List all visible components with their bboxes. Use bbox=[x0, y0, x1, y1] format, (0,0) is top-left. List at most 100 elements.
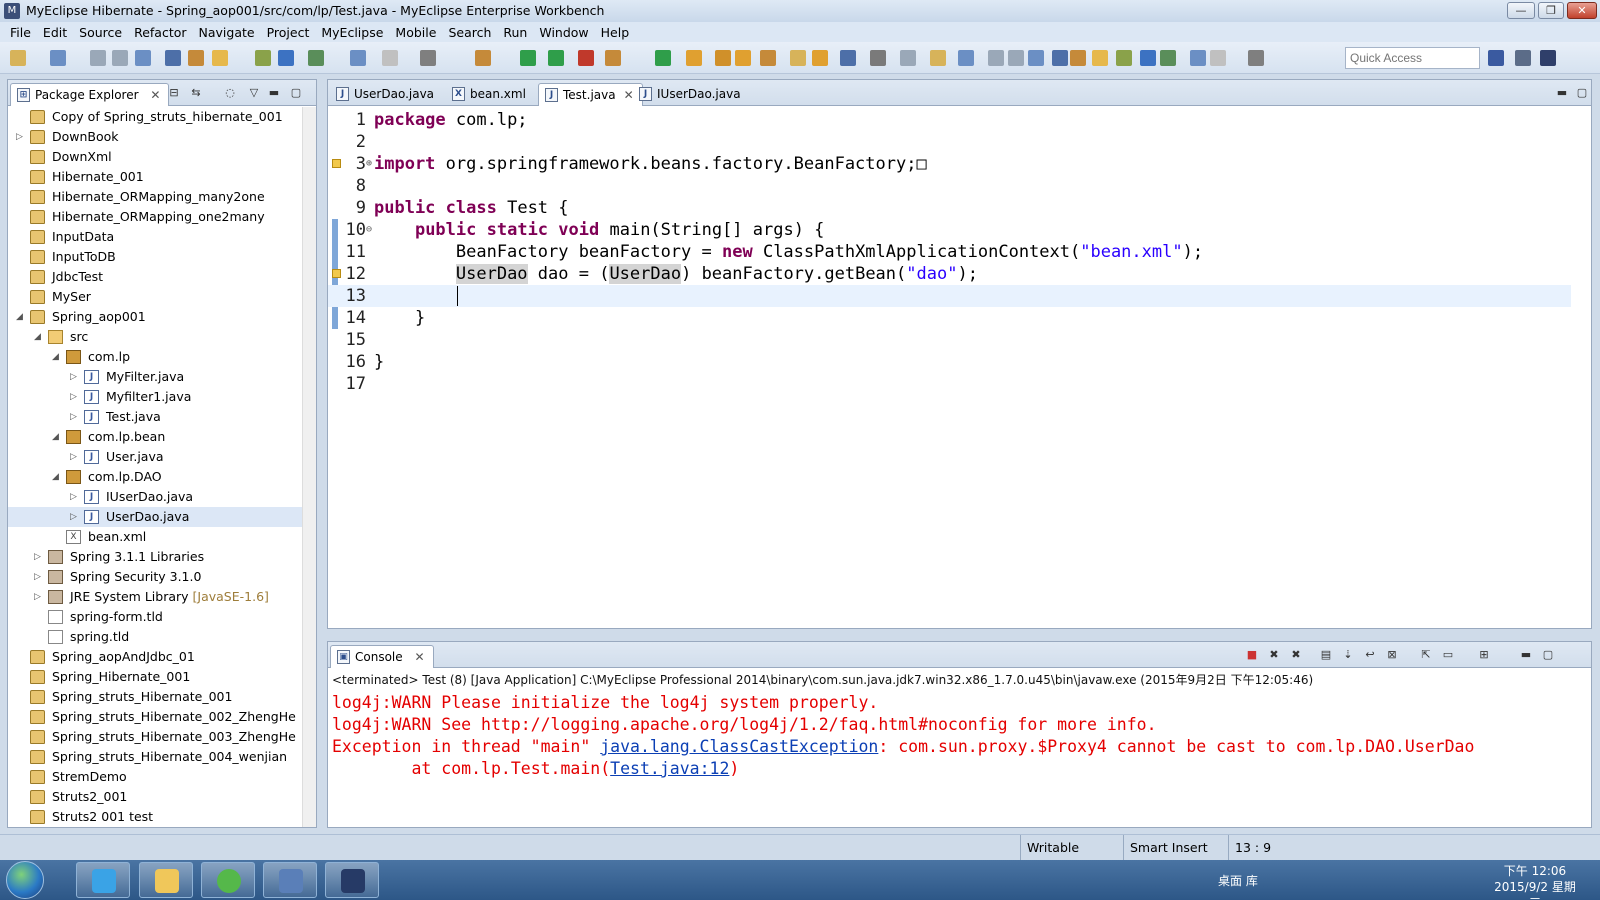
menu-window[interactable]: Window bbox=[533, 25, 594, 40]
link-editor-icon[interactable]: ⇆ bbox=[190, 87, 202, 99]
toolbar-icon-27[interactable] bbox=[840, 50, 856, 66]
tree-item[interactable]: ▷ Spring Security 3.1.0 bbox=[8, 567, 302, 587]
toolbar-icon-5[interactable] bbox=[135, 50, 151, 66]
expand-fold-icon[interactable]: ⊕ bbox=[366, 153, 372, 175]
taskbar-app-browser[interactable] bbox=[201, 862, 255, 898]
scroll-lock-icon[interactable]: ⇣ bbox=[1342, 649, 1354, 661]
display-console-icon[interactable]: ▭ bbox=[1442, 649, 1454, 661]
taskbar-app-explorer[interactable] bbox=[139, 862, 193, 898]
tree-expand-arrow-icon[interactable]: ◢ bbox=[52, 347, 62, 367]
tree-item[interactable]: Spring_struts_Hibernate_004_wenjian bbox=[8, 747, 302, 767]
toolbar-icon-34[interactable] bbox=[1028, 50, 1044, 66]
toolbar-icon-15[interactable] bbox=[475, 50, 491, 66]
explorer-scrollbar[interactable] bbox=[302, 107, 316, 827]
toolbar-icon-8[interactable] bbox=[212, 50, 228, 66]
open-console-icon[interactable]: ⇱ bbox=[1420, 649, 1432, 661]
terminate-icon[interactable]: ■ bbox=[1246, 649, 1258, 661]
tab-iuserdao-java[interactable]: J IUserDao.java bbox=[633, 83, 749, 106]
close-icon[interactable]: ✕ bbox=[150, 88, 160, 102]
tree-item[interactable]: Spring_struts_Hibernate_003_ZhengHe bbox=[8, 727, 302, 747]
tree-expand-arrow-icon[interactable]: ▷ bbox=[70, 407, 80, 427]
toolbar-icon-33[interactable] bbox=[1008, 50, 1024, 66]
menu-refactor[interactable]: Refactor bbox=[128, 25, 192, 40]
clear-console-icon[interactable]: ▤ bbox=[1320, 649, 1332, 661]
maximize-view-icon[interactable]: ▢ bbox=[290, 87, 302, 99]
collapse-fold-icon[interactable]: ⊖ bbox=[366, 219, 372, 241]
minimize-console-icon[interactable]: ▬ bbox=[1520, 649, 1532, 661]
toolbar-icon-16[interactable] bbox=[520, 50, 536, 66]
tree-item[interactable]: Spring_aopAndJdbc_01 bbox=[8, 647, 302, 667]
toolbar-icon-17[interactable] bbox=[548, 50, 564, 66]
tree-item[interactable]: ◢ com.lp bbox=[8, 347, 302, 367]
toolbar-icon-39[interactable] bbox=[1140, 50, 1156, 66]
toolbar-icon-9[interactable] bbox=[255, 50, 271, 66]
perspective-icon-3[interactable] bbox=[1515, 50, 1531, 66]
tree-item[interactable]: spring-form.tld bbox=[8, 607, 302, 627]
toolbar-icon-14[interactable] bbox=[420, 50, 436, 66]
tree-expand-arrow-icon[interactable]: ▷ bbox=[16, 127, 26, 147]
tab-test-java[interactable]: J Test.java ✕ bbox=[538, 83, 643, 106]
tree-item[interactable]: ▷ J User.java bbox=[8, 447, 302, 467]
tree-item[interactable]: ▷ Spring 3.1.1 Libraries bbox=[8, 547, 302, 567]
editor-horizontal-scrollbar[interactable] bbox=[368, 612, 1571, 626]
menu-help[interactable]: Help bbox=[595, 25, 636, 40]
taskbar-app-myeclipse[interactable] bbox=[325, 862, 379, 898]
tree-item[interactable]: Hibernate_ORMapping_many2one bbox=[8, 187, 302, 207]
menu-mobile[interactable]: Mobile bbox=[389, 25, 442, 40]
toolbar-icon-20[interactable] bbox=[655, 50, 671, 66]
tree-item[interactable]: JdbcTest bbox=[8, 267, 302, 287]
tab-console[interactable]: ▣ Console ✕ bbox=[330, 645, 434, 668]
toolbar-icon-38[interactable] bbox=[1116, 50, 1132, 66]
perspective-icon-2[interactable] bbox=[1488, 50, 1504, 66]
tree-item[interactable]: Spring_struts_Hibernate_002_ZhengHe bbox=[8, 707, 302, 727]
tree-expand-arrow-icon[interactable]: ▷ bbox=[70, 507, 80, 527]
tray-toolbar-labels[interactable]: 桌面 库 bbox=[1218, 872, 1258, 889]
minimize-view-icon[interactable]: ▬ bbox=[268, 87, 280, 99]
tree-expand-arrow-icon[interactable]: ▷ bbox=[70, 447, 80, 467]
maximize-console-icon[interactable]: ▢ bbox=[1542, 649, 1554, 661]
toolbar-icon-2[interactable] bbox=[50, 50, 66, 66]
menu-file[interactable]: File bbox=[4, 25, 37, 40]
collapse-all-icon[interactable]: ⊟ bbox=[168, 87, 180, 99]
tree-item[interactable]: Spring_Hibernate_001 bbox=[8, 667, 302, 687]
toolbar-icon-42[interactable] bbox=[1210, 50, 1226, 66]
tree-item[interactable]: Hibernate_ORMapping_one2many bbox=[8, 207, 302, 227]
tree-item[interactable]: ◢ Spring_aop001 bbox=[8, 307, 302, 327]
tree-item[interactable]: ◢ com.lp.DAO bbox=[8, 467, 302, 487]
toolbar-icon-30[interactable] bbox=[930, 50, 946, 66]
tree-item[interactable]: ▷ J UserDao.java bbox=[8, 507, 302, 527]
tab-userdao-java[interactable]: J UserDao.java bbox=[330, 83, 442, 106]
toolbar-icon-25[interactable] bbox=[790, 50, 806, 66]
editor-overview-ruler[interactable] bbox=[1573, 107, 1587, 610]
word-wrap-icon[interactable]: ↩ bbox=[1364, 649, 1376, 661]
toolbar-icon-24[interactable] bbox=[760, 50, 776, 66]
menu-source[interactable]: Source bbox=[73, 25, 128, 40]
tree-item[interactable]: ▷ J Test.java bbox=[8, 407, 302, 427]
toolbar-icon-4[interactable] bbox=[112, 50, 128, 66]
toolbar-icon-6[interactable] bbox=[165, 50, 181, 66]
tree-item[interactable]: StremDemo bbox=[8, 767, 302, 787]
menu-search[interactable]: Search bbox=[442, 25, 497, 40]
tree-item[interactable]: ◢ com.lp.bean bbox=[8, 427, 302, 447]
tree-item[interactable]: InputData bbox=[8, 227, 302, 247]
taskbar-app-mysql[interactable] bbox=[263, 862, 317, 898]
toolbar-icon-40[interactable] bbox=[1160, 50, 1176, 66]
start-button[interactable] bbox=[6, 861, 44, 899]
close-button[interactable]: ✕ bbox=[1567, 2, 1597, 19]
toolbar-icon-22[interactable] bbox=[715, 50, 731, 66]
taskbar-app-baidu[interactable] bbox=[76, 862, 130, 898]
tree-expand-arrow-icon[interactable]: ▷ bbox=[70, 487, 80, 507]
menu-edit[interactable]: Edit bbox=[37, 25, 73, 40]
toolbar-icon-35[interactable] bbox=[1052, 50, 1068, 66]
toolbar-icon-32[interactable] bbox=[988, 50, 1004, 66]
pin-console-icon[interactable]: ⊠ bbox=[1386, 649, 1398, 661]
toolbar-icon-28[interactable] bbox=[870, 50, 886, 66]
menu-project[interactable]: Project bbox=[261, 25, 316, 40]
toolbar-icon-26[interactable] bbox=[812, 50, 828, 66]
toolbar-icon-37[interactable] bbox=[1092, 50, 1108, 66]
stacktrace-link[interactable]: java.lang.ClassCastException bbox=[600, 737, 878, 756]
tree-expand-arrow-icon[interactable]: ▷ bbox=[34, 587, 44, 607]
console-output[interactable]: log4j:WARN Please initialize the log4j s… bbox=[332, 692, 1571, 811]
tab-package-explorer[interactable]: ⊞ Package Explorer ✕ bbox=[10, 83, 170, 106]
stacktrace-link[interactable]: Test.java:12 bbox=[610, 759, 729, 778]
